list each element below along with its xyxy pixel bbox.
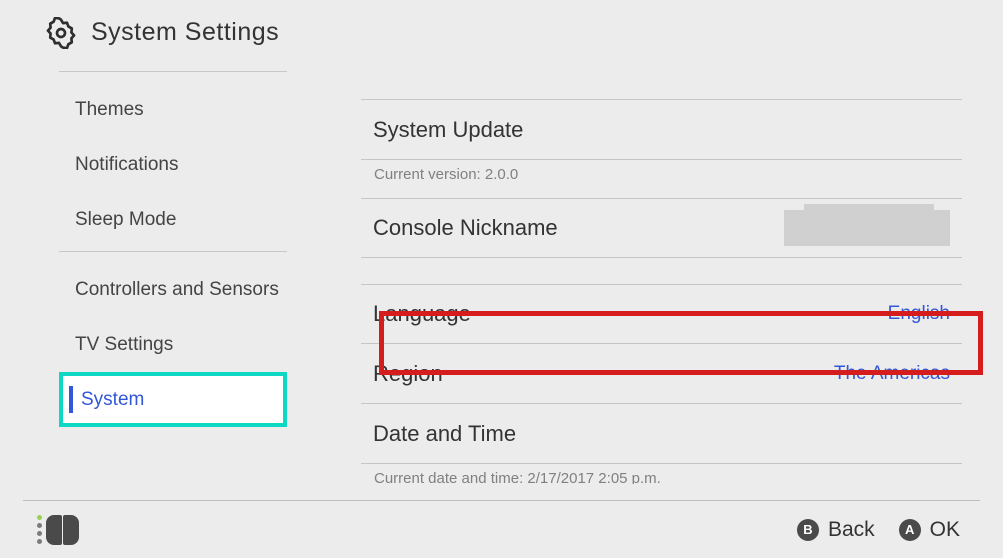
sidebar-item-notifications[interactable]: Notifications <box>59 137 287 192</box>
content: System Update Current version: 2.0.0 Con… <box>323 65 980 502</box>
sidebar-item-label: TV Settings <box>75 334 173 356</box>
sidebar-item-sleep-mode[interactable]: Sleep Mode <box>59 192 287 247</box>
sidebar-item-themes[interactable]: Themes <box>59 82 287 137</box>
a-button-icon: A <box>899 519 921 541</box>
footer: B Back A OK <box>23 500 980 558</box>
row-date-time[interactable]: Date and Time <box>361 404 962 464</box>
player-dot-icon <box>37 531 42 536</box>
player-dot-icon <box>37 523 42 528</box>
nickname-value-redacted <box>784 210 950 246</box>
sidebar-item-amiibo[interactable]: amiibo <box>59 65 287 67</box>
back-label: Back <box>828 518 875 542</box>
sidebar-item-tv-settings[interactable]: TV Settings <box>59 317 287 372</box>
divider <box>59 71 287 72</box>
row-region[interactable]: Region The Americas <box>361 344 962 404</box>
sidebar-item-label: System <box>81 389 144 411</box>
player-dot-icon <box>37 515 42 520</box>
main-window: System Settings amiibo Themes Notificati… <box>23 0 980 502</box>
row-language[interactable]: Language English <box>361 284 962 344</box>
sidebar-item-controllers[interactable]: Controllers and Sensors <box>59 262 287 317</box>
row-system-update[interactable]: System Update <box>361 100 962 160</box>
sidebar-item-label: Themes <box>75 99 144 121</box>
system-update-version: Current version: 2.0.0 <box>361 160 962 198</box>
controller-indicator <box>37 515 79 545</box>
sidebar-item-system[interactable]: System <box>59 372 287 427</box>
body: amiibo Themes Notifications Sleep Mode C… <box>23 65 980 502</box>
sidebar-item-label: amiibo <box>75 65 131 67</box>
ok-hint[interactable]: A OK <box>899 518 960 542</box>
ok-label: OK <box>930 518 960 542</box>
gear-icon <box>45 17 77 49</box>
sidebar-item-label: Notifications <box>75 154 179 176</box>
header: System Settings <box>23 0 980 65</box>
joycon-icon <box>46 515 79 545</box>
row-label: Date and Time <box>373 421 516 447</box>
row-label: Language <box>373 301 471 327</box>
row-console-nickname[interactable]: Console Nickname <box>361 198 962 258</box>
row-label: Console Nickname <box>373 215 558 241</box>
page-title: System Settings <box>91 18 279 47</box>
back-hint[interactable]: B Back <box>797 518 875 542</box>
sidebar: amiibo Themes Notifications Sleep Mode C… <box>23 65 323 502</box>
region-value: The Americas <box>834 363 950 385</box>
divider <box>59 251 287 252</box>
language-value: English <box>888 303 950 325</box>
sidebar-item-label: Controllers and Sensors <box>75 279 279 301</box>
player-dot-icon <box>37 539 42 544</box>
row-label: System Update <box>373 117 523 143</box>
date-time-sub: Current date and time: 2/17/2017 2:05 p.… <box>361 464 962 484</box>
row-label: Region <box>373 361 443 387</box>
sidebar-item-label: Sleep Mode <box>75 209 176 231</box>
b-button-icon: B <box>797 519 819 541</box>
